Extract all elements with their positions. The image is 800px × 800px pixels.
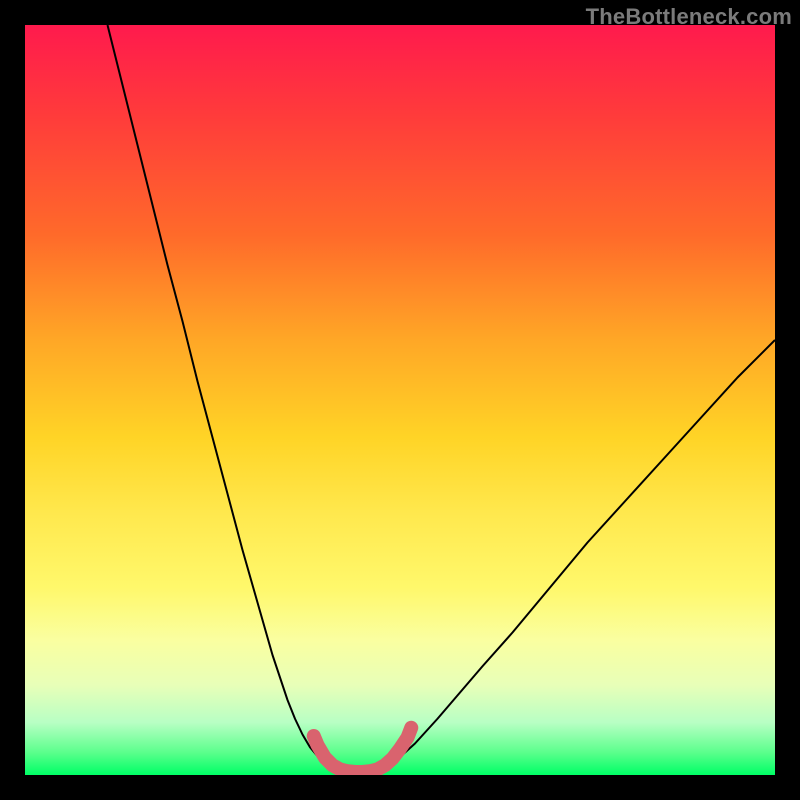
- chart-frame: TheBottleneck.com: [0, 0, 800, 800]
- curve-left-branch: [108, 25, 333, 768]
- curve-valley-highlight: [314, 728, 412, 772]
- watermark-text: TheBottleneck.com: [586, 4, 792, 30]
- plot-area: [25, 25, 775, 775]
- curve-right-branch: [385, 340, 775, 768]
- curve-layer: [25, 25, 775, 775]
